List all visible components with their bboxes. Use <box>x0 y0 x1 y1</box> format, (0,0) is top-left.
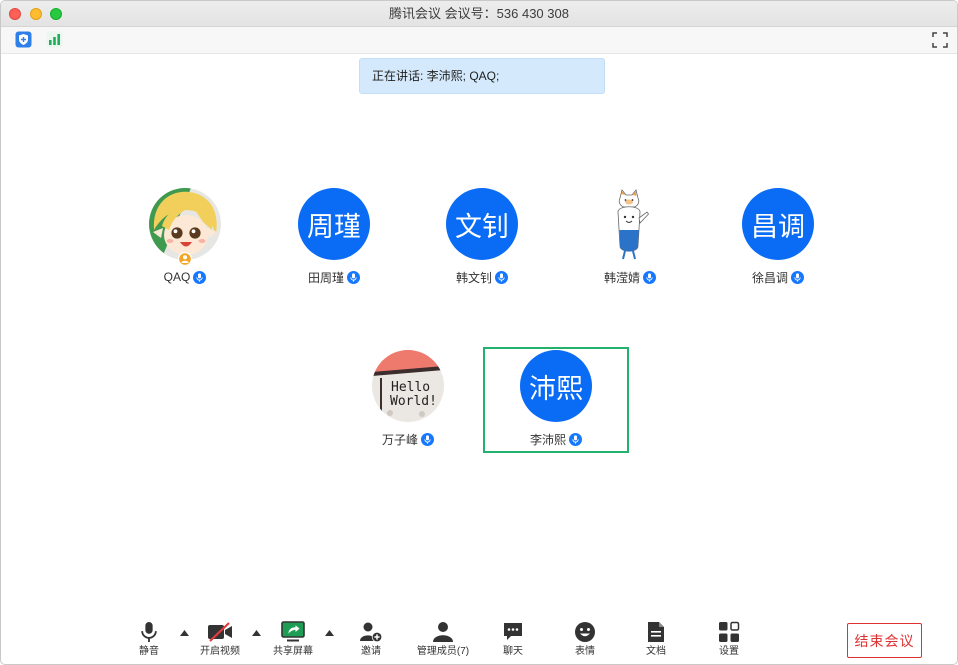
participant-avatar: 沛熙 <box>520 350 592 422</box>
microphone-on-icon <box>495 270 508 284</box>
microphone-on-icon <box>421 432 434 446</box>
participant-tile[interactable]: 文钊 韩文钊 <box>409 185 555 291</box>
zoom-window-icon[interactable] <box>50 8 62 20</box>
participant-name-row: 韩滢婧 <box>557 269 703 285</box>
participant-avatar: 周瑾 <box>298 188 370 260</box>
toolbar-label: 聊天 <box>503 646 523 657</box>
microphone-on-icon <box>569 432 582 446</box>
participant-name-row: 万子峰 <box>335 431 481 447</box>
participant-tile[interactable]: 韩滢婧 <box>557 185 703 291</box>
participant-name: 韩文钊 <box>455 270 492 285</box>
avatar-photo-text-line: Hello <box>391 380 430 395</box>
share-menu-caret-icon[interactable] <box>324 629 334 637</box>
microphone-on-icon <box>791 270 804 284</box>
participant-name: QAQ <box>163 270 191 284</box>
microphone-on-icon <box>193 270 207 284</box>
share-screen-button[interactable]: 共享屏幕 <box>261 619 325 663</box>
speaking-banner: 正在讲话: 李沛熙; QAQ; <box>359 58 605 94</box>
toolbar-label: 表情 <box>575 646 595 657</box>
toolbar-label: 开启视频 <box>200 646 240 657</box>
participant-avatar: Hello World! <box>372 350 444 422</box>
avatar-photo-text-line: World! <box>390 394 437 409</box>
participant-name: 韩滢婧 <box>603 270 640 285</box>
meeting-info-bar <box>1 27 957 54</box>
toolbar-label: 共享屏幕 <box>273 646 313 657</box>
invite-user-icon <box>339 619 403 645</box>
microphone-icon <box>117 619 181 645</box>
fullscreen-icon[interactable] <box>932 32 948 48</box>
chat-button[interactable]: 聊天 <box>481 619 545 663</box>
toolbar-label: 文档 <box>646 646 666 657</box>
members-icon <box>411 619 475 645</box>
participant-tile-active-speaker[interactable]: 沛熙 李沛熙 <box>483 347 629 453</box>
photo-avatar-icon: Hello World! <box>372 350 444 422</box>
participant-name-row: 韩文钊 <box>409 269 555 285</box>
audio-menu-caret-icon[interactable] <box>179 629 189 637</box>
toolbar-label: 邀请 <box>361 646 381 657</box>
participant-avatar <box>594 188 666 260</box>
video-menu-caret-icon[interactable] <box>251 629 261 637</box>
meeting-window: 腾讯会议 会议号：536 430 308 正在讲话: 李沛熙; QAQ; QAQ… <box>0 0 958 665</box>
document-icon <box>624 619 688 645</box>
chat-icon <box>481 619 545 645</box>
documents-button[interactable]: 文档 <box>624 619 688 663</box>
close-window-icon[interactable] <box>9 8 21 20</box>
participant-tile[interactable]: QAQ <box>112 185 258 291</box>
participant-name: 徐昌调 <box>751 270 788 285</box>
minimize-window-icon[interactable] <box>30 8 42 20</box>
participant-avatar <box>149 188 221 267</box>
microphone-on-icon <box>347 270 360 284</box>
emoji-icon <box>553 619 617 645</box>
cartoon-character-avatar-icon <box>617 189 650 260</box>
participant-tile[interactable]: 昌调 徐昌调 <box>705 185 851 291</box>
participant-name: 田周瑾 <box>307 270 344 285</box>
settings-icon <box>697 619 761 645</box>
title-bar: 腾讯会议 会议号：536 430 308 <box>1 1 957 27</box>
toolbar-label: 管理成员(7) <box>416 646 470 657</box>
start-video-button[interactable]: 开启视频 <box>188 619 252 663</box>
invite-button[interactable]: 邀请 <box>339 619 403 663</box>
settings-button[interactable]: 设置 <box>697 619 761 663</box>
participant-avatar: 文钊 <box>446 188 518 260</box>
security-shield-icon[interactable] <box>15 31 32 48</box>
participant-tile[interactable]: Hello World! 万子峰 <box>335 347 481 453</box>
manage-members-button[interactable]: 管理成员(7) <box>411 619 475 663</box>
participant-name-row: QAQ <box>112 269 258 285</box>
participant-tile[interactable]: 周瑾 田周瑾 <box>261 185 407 291</box>
participant-name: 李沛熙 <box>529 432 566 447</box>
reactions-button[interactable]: 表情 <box>553 619 617 663</box>
video-off-icon <box>188 619 252 645</box>
anime-character-avatar-icon <box>149 188 221 260</box>
participant-name: 万子峰 <box>381 432 418 447</box>
participant-name-row: 田周瑾 <box>261 269 407 285</box>
end-meeting-button[interactable]: 结束会议 <box>847 623 922 658</box>
share-screen-icon <box>261 619 325 645</box>
host-badge-icon <box>177 251 193 267</box>
toolbar-label: 设置 <box>719 646 739 657</box>
participant-name-row: 李沛熙 <box>483 431 629 447</box>
participant-avatar: 昌调 <box>742 188 814 260</box>
window-title: 腾讯会议 会议号：536 430 308 <box>389 6 569 21</box>
signal-strength-icon[interactable] <box>46 31 63 48</box>
microphone-on-icon <box>643 270 656 284</box>
participant-name-row: 徐昌调 <box>705 269 851 285</box>
toolbar-label: 静音 <box>139 646 159 657</box>
mute-button[interactable]: 静音 <box>117 619 181 663</box>
